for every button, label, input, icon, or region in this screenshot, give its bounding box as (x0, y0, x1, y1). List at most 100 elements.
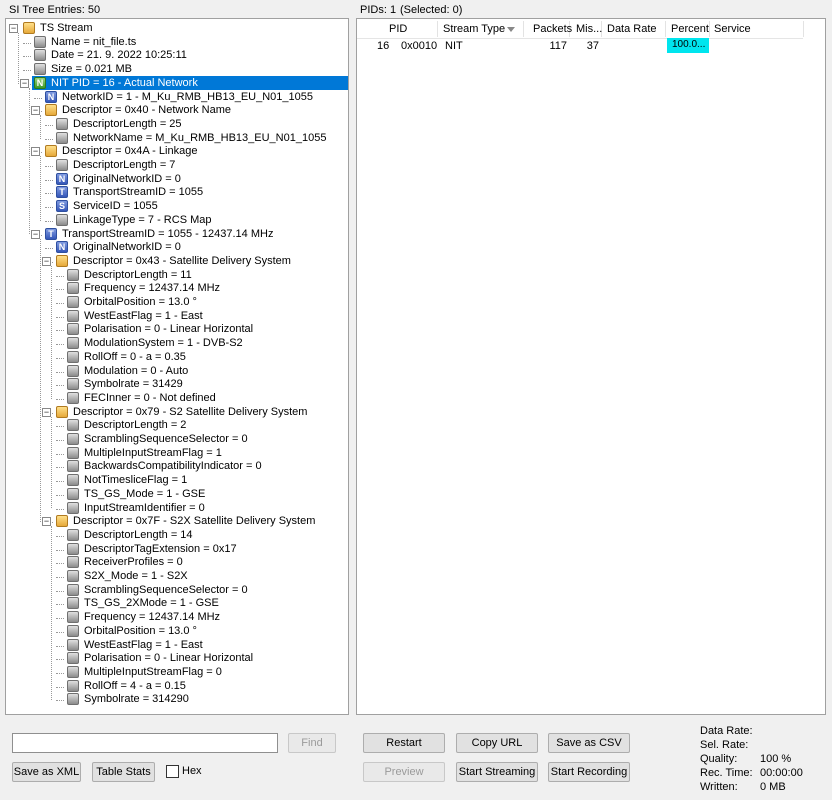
tree-node[interactable]: InputStreamIdentifier = 0 (6, 501, 348, 515)
tree-node[interactable]: Frequency = 12437.14 MHz (6, 282, 348, 295)
leaf-icon (67, 419, 79, 432)
tree-node[interactable]: ReceiverProfiles = 0 (6, 556, 348, 569)
restart-button[interactable]: Restart (363, 733, 445, 753)
tree-node[interactable]: DescriptorLength = 25 (6, 117, 348, 131)
tree-node[interactable]: Name = nit_file.ts (6, 35, 348, 49)
si-tree-header: SI Tree Entries: 50 (9, 4, 101, 16)
tree-node[interactable]: WestEastFlag = 1 - East (6, 638, 348, 652)
tree-node[interactable]: LinkageType = 7 - RCS Map (6, 213, 348, 227)
si-tree[interactable]: − TS Stream Name = nit_file.ts Date = 21. 9… (5, 18, 349, 715)
col-percent[interactable]: Percent (671, 19, 709, 39)
leaf-icon (67, 337, 79, 350)
preview-button[interactable]: Preview (363, 762, 445, 782)
tree-node[interactable]: ScramblingSequenceSelector = 0 (6, 433, 348, 446)
tree-node[interactable]: Date = 21. 9. 2022 10:25:11 (6, 49, 348, 62)
tree-node[interactable]: MultipleInputStreamFlag = 1 (6, 446, 348, 460)
tree-node[interactable]: − N NIT PID = 16 - Actual Network (6, 75, 348, 90)
tree-node[interactable]: WestEastFlag = 1 - East (6, 309, 348, 323)
tree-node-label: Descriptor = 0x43 - Satellite Delivery S… (73, 254, 291, 267)
collapse-toggle-icon[interactable]: − (20, 78, 29, 88)
collapse-toggle-icon[interactable]: − (31, 147, 40, 157)
tree-node[interactable]: ModulationSystem = 1 - DVB-S2 (6, 337, 348, 350)
col-packets[interactable]: Packets (533, 19, 572, 39)
tree-node[interactable]: DescriptorLength = 14 (6, 528, 348, 542)
tree-node[interactable]: Polarisation = 0 - Linear Horizontal (6, 652, 348, 665)
col-missing[interactable]: Mis... (576, 19, 602, 39)
col-service[interactable]: Service (714, 19, 751, 39)
col-stream-type[interactable]: Stream Type (443, 19, 505, 39)
collapse-toggle-icon[interactable]: − (42, 517, 51, 527)
col-data-rate[interactable]: Data Rate (607, 19, 657, 39)
leaf-icon (67, 433, 79, 445)
tree-node[interactable]: − Descriptor = 0x43 - Satellite Delivery … (6, 254, 348, 268)
collapse-toggle-icon[interactable]: − (42, 407, 51, 417)
tree-node[interactable]: N OriginalNetworkID = 0 (6, 172, 348, 186)
tree-node[interactable]: − Descriptor = 0x79 - S2 Satellite Delive… (6, 405, 348, 419)
tree-node-label: Date = 21. 9. 2022 10:25:11 (51, 49, 187, 62)
leaf-icon (67, 282, 79, 295)
tree-node[interactable]: ScramblingSequenceSelector = 0 (6, 583, 348, 597)
tree-node[interactable]: Symbolrate = 31429 (6, 378, 348, 391)
tree-node[interactable]: BackwardsCompatibilityIndicator = 0 (6, 460, 348, 473)
tree-node[interactable]: Size = 0.021 MB (6, 63, 348, 76)
folder-icon (23, 22, 35, 34)
rec-time-value: 00:00:00 (760, 767, 803, 779)
tree-node[interactable]: DescriptorLength = 11 (6, 268, 348, 282)
tree-node[interactable]: FECInner = 0 - Not defined (6, 391, 348, 405)
hex-checkbox[interactable] (166, 765, 179, 778)
cell-stream-type: NIT (445, 40, 463, 52)
tree-node[interactable]: OrbitalPosition = 13.0 ° (6, 296, 348, 309)
start-recording-button[interactable]: Start Recording (548, 762, 630, 782)
collapse-toggle-icon[interactable]: − (31, 106, 40, 116)
tree-node[interactable]: DescriptorLength = 2 (6, 419, 348, 432)
tree-node[interactable]: NetworkName = M_Ku_RMB_HB13_EU_N01_1055 (6, 131, 348, 145)
quality-value: 100 % (760, 753, 792, 765)
tree-node[interactable]: RollOff = 0 - a = 0.35 (6, 350, 348, 364)
tree-node[interactable]: Polarisation = 0 - Linear Horizontal (6, 323, 348, 336)
collapse-toggle-icon[interactable]: − (42, 256, 51, 266)
leaf-icon (67, 542, 79, 555)
tree-node[interactable]: DescriptorLength = 7 (6, 159, 348, 172)
tree-node-label: MultipleInputStreamFlag = 0 (84, 665, 222, 678)
tree-node[interactable]: T TransportStreamID = 1055 (6, 186, 348, 199)
col-pid[interactable]: PID (389, 19, 407, 39)
tree-node[interactable]: RollOff = 4 - a = 0.15 (6, 679, 348, 693)
tree-node[interactable]: MultipleInputStreamFlag = 0 (6, 665, 348, 679)
tree-node-label: OriginalNetworkID = 0 (73, 241, 181, 254)
leaf-icon (67, 652, 79, 665)
tree-node[interactable]: DescriptorTagExtension = 0x17 (6, 542, 348, 556)
collapse-toggle-icon[interactable]: − (9, 24, 18, 33)
copy-url-button[interactable]: Copy URL (456, 733, 538, 753)
cell-packets: 117 (549, 40, 567, 52)
tree-node[interactable]: − Descriptor = 0x40 - Network Name (6, 104, 348, 117)
tree-node[interactable]: − TS Stream (6, 22, 348, 35)
pid-table[interactable]: PID Stream Type Packets Mis... Data Rate… (356, 18, 826, 715)
leaf-icon (67, 364, 79, 377)
tree-node[interactable]: − Descriptor = 0x7F - S2X Satellite Deliv… (6, 515, 348, 528)
leaf-icon (67, 624, 79, 637)
tree-node[interactable]: N OriginalNetworkID = 0 (6, 241, 348, 254)
tree-node[interactable]: NotTimesliceFlag = 1 (6, 474, 348, 487)
find-button[interactable]: Find (288, 733, 336, 753)
tree-node[interactable]: OrbitalPosition = 13.0 ° (6, 624, 348, 638)
start-streaming-button[interactable]: Start Streaming (456, 762, 538, 782)
save-as-xml-button[interactable]: Save as XML (12, 762, 81, 782)
folder-icon (56, 405, 68, 418)
tree-node[interactable]: TS_GS_Mode = 1 - GSE (6, 487, 348, 501)
table-stats-button[interactable]: Table Stats (92, 762, 155, 782)
tree-node[interactable]: Symbolrate = 314290 (6, 693, 348, 706)
tree-node[interactable]: − T TransportStreamID = 1055 - 12437.14 MH… (6, 227, 348, 241)
tree-node-label: NetworkName = M_Ku_RMB_HB13_EU_N01_1055 (73, 131, 327, 144)
tree-node[interactable]: N NetworkID = 1 - M_Ku_RMB_HB13_EU_N01_10… (6, 90, 348, 104)
save-as-csv-button[interactable]: Save as CSV (548, 733, 630, 753)
tree-node[interactable]: Modulation = 0 - Auto (6, 364, 348, 378)
tree-node[interactable]: TS_GS_2XMode = 1 - GSE (6, 597, 348, 610)
collapse-toggle-icon[interactable]: − (31, 229, 40, 239)
search-input[interactable] (12, 733, 278, 753)
tree-node[interactable]: S ServiceID = 1055 (6, 200, 348, 213)
leaf-icon (67, 528, 79, 541)
tree-node-label: DescriptorTagExtension = 0x17 (84, 542, 237, 555)
tree-node[interactable]: Frequency = 12437.14 MHz (6, 611, 348, 624)
tree-node[interactable]: − Descriptor = 0x4A - Linkage (6, 145, 348, 158)
tree-node[interactable]: S2X_Mode = 1 - S2X (6, 570, 348, 583)
